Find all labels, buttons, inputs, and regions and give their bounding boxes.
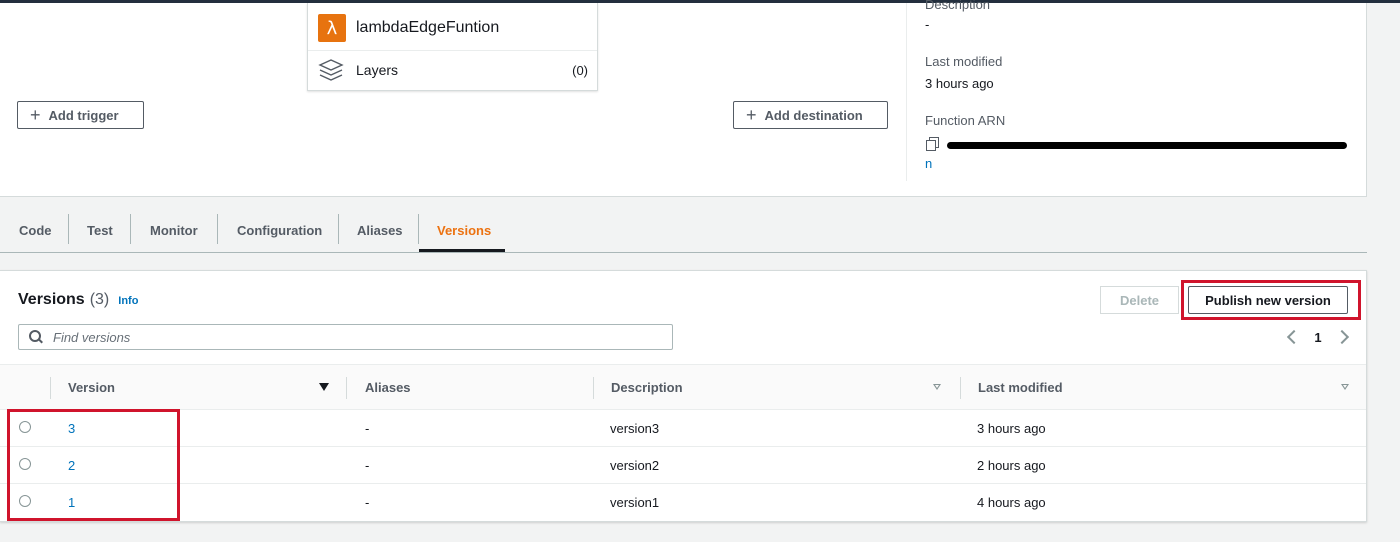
aliases-cell: - bbox=[365, 457, 370, 473]
last-modified-cell: 4 hours ago bbox=[977, 494, 1046, 510]
function-node-divider bbox=[308, 50, 597, 51]
table-row[interactable]: 1 - version1 4 hours ago bbox=[0, 484, 1366, 521]
column-separator bbox=[346, 377, 347, 399]
tab-bar: Code Test Monitor Configuration Aliases … bbox=[0, 207, 1367, 253]
layers-count: (0) bbox=[572, 62, 588, 78]
sort-descending-icon[interactable] bbox=[319, 383, 329, 391]
search-input[interactable] bbox=[51, 328, 651, 346]
tab-separator bbox=[338, 214, 339, 244]
tab-aliases[interactable]: Aliases bbox=[357, 207, 403, 253]
tab-separator bbox=[217, 214, 218, 244]
description-value: - bbox=[925, 17, 930, 32]
tab-code[interactable]: Code bbox=[19, 207, 52, 253]
pagination: 1 bbox=[1283, 326, 1353, 348]
info-link[interactable]: Info bbox=[118, 295, 138, 307]
chevron-left-icon[interactable] bbox=[1286, 329, 1302, 345]
column-version[interactable]: Version bbox=[68, 365, 115, 409]
column-last-modified[interactable]: Last modified bbox=[978, 365, 1063, 409]
tab-monitor[interactable]: Monitor bbox=[150, 207, 198, 253]
function-arn[interactable] bbox=[925, 136, 1355, 152]
highlight-box-rows bbox=[7, 409, 180, 521]
description-cell: version2 bbox=[610, 457, 660, 473]
redacted-arn bbox=[947, 141, 1347, 149]
tab-configuration[interactable]: Configuration bbox=[237, 207, 322, 253]
column-aliases[interactable]: Aliases bbox=[365, 365, 411, 409]
tab-versions[interactable]: Versions bbox=[437, 207, 491, 253]
function-arn-label: Function ARN bbox=[925, 113, 1006, 128]
description-label: Description bbox=[925, 0, 991, 12]
aliases-cell: - bbox=[365, 420, 370, 436]
table-row[interactable]: 2 - version2 2 hours ago bbox=[0, 447, 1366, 484]
column-separator bbox=[960, 377, 961, 399]
sort-icon[interactable] bbox=[1341, 384, 1349, 390]
search-field[interactable] bbox=[18, 324, 673, 350]
add-destination-label: Add destination bbox=[764, 107, 863, 123]
versions-panel: Versions (3) Info Delete Publish new ver… bbox=[0, 270, 1367, 522]
layers-icon bbox=[318, 59, 344, 81]
plus-icon: + bbox=[30, 105, 41, 125]
last-modified-cell: 3 hours ago bbox=[977, 420, 1046, 436]
last-modified-cell: 2 hours ago bbox=[977, 457, 1046, 473]
column-description[interactable]: Description bbox=[611, 365, 683, 409]
description-cell: version3 bbox=[610, 420, 660, 436]
column-separator bbox=[50, 377, 51, 399]
active-tab-indicator bbox=[419, 249, 505, 252]
plus-icon: + bbox=[746, 105, 757, 125]
versions-count: (3) bbox=[89, 291, 110, 308]
add-destination-button[interactable]: + Add destination bbox=[733, 101, 888, 129]
details-divider bbox=[906, 3, 907, 181]
layers-label: Layers bbox=[356, 62, 399, 78]
last-modified-label: Last modified bbox=[925, 54, 1003, 69]
table-row[interactable]: 3 - version3 3 hours ago bbox=[0, 410, 1366, 447]
delete-button[interactable]: Delete bbox=[1100, 286, 1179, 314]
tab-test[interactable]: Test bbox=[87, 207, 113, 253]
lambda-icon: λ bbox=[318, 14, 346, 42]
add-trigger-label: Add trigger bbox=[48, 107, 119, 123]
current-page[interactable]: 1 bbox=[1314, 330, 1321, 345]
function-arn-tail[interactable]: n bbox=[925, 156, 932, 171]
add-trigger-button[interactable]: + Add trigger bbox=[17, 101, 144, 129]
layers-row[interactable]: Layers (0) bbox=[318, 57, 588, 83]
function-node[interactable]: λ lambdaEdgeFuntion Layers (0) bbox=[307, 3, 598, 91]
tab-separator bbox=[130, 214, 131, 244]
aliases-cell: - bbox=[365, 494, 370, 510]
panel-title: Versions bbox=[18, 291, 85, 308]
versions-header: Versions (3) Info bbox=[18, 291, 138, 309]
description-cell: version1 bbox=[610, 494, 660, 510]
last-modified-value: 3 hours ago bbox=[925, 76, 994, 91]
tab-separator bbox=[418, 214, 419, 244]
chevron-right-icon[interactable] bbox=[1334, 329, 1350, 345]
column-separator bbox=[593, 377, 594, 399]
sort-icon[interactable] bbox=[933, 384, 941, 390]
function-overview: λ lambdaEdgeFuntion Layers (0) + Add tri… bbox=[0, 0, 1367, 197]
publish-new-version-button[interactable]: Publish new version bbox=[1188, 286, 1348, 314]
tab-separator bbox=[68, 214, 69, 244]
table-header: Version Aliases Description Last modifie… bbox=[0, 364, 1366, 410]
function-name: lambdaEdgeFuntion bbox=[356, 19, 500, 36]
search-icon bbox=[29, 330, 43, 344]
copy-icon[interactable] bbox=[925, 137, 939, 151]
